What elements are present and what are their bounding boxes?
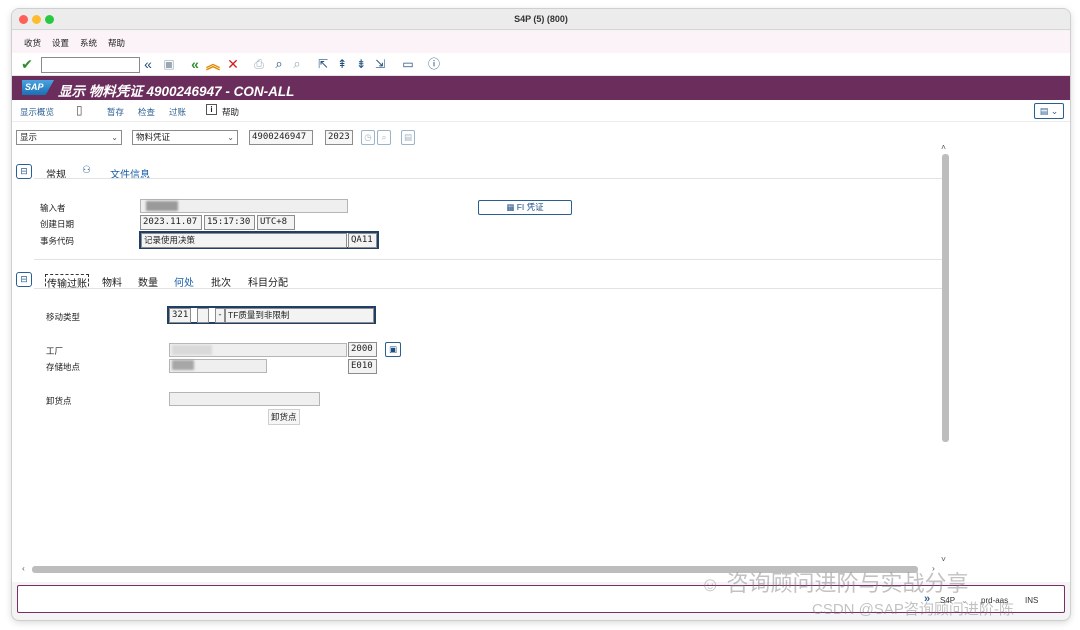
collapse-header-icon[interactable]: ⊟	[16, 164, 32, 179]
menu-system[interactable]: 系统	[80, 37, 97, 49]
back-double-icon[interactable]: «	[141, 55, 155, 73]
menu-receipt[interactable]: 收货	[24, 37, 41, 49]
movement-text-field: TF质量到非限制	[225, 308, 374, 323]
tcode-label: 事务代码	[40, 236, 75, 246]
partners-icon[interactable]: ⚇	[82, 165, 91, 176]
unloading-point-label: 卸货点	[46, 396, 72, 406]
chevron-down-icon: ⌄	[227, 133, 234, 142]
display-overview-button[interactable]: 显示概览	[20, 106, 54, 118]
enter-check-icon[interactable]: ✔	[19, 55, 35, 73]
previous-page-icon[interactable]: ⇞	[334, 55, 350, 73]
movement-type-label: 移动类型	[46, 312, 81, 322]
movement-minus-field: -	[215, 308, 225, 323]
tab-material[interactable]: 物料	[102, 274, 122, 289]
scroll-down-icon[interactable]: ˅	[941, 554, 946, 564]
more-options-icon[interactable]: ▤ ⌄	[1034, 103, 1064, 119]
last-page-icon[interactable]: ⇲	[372, 55, 388, 73]
movement-type-field: 321	[169, 308, 191, 323]
application-toolbar: 显示概览 ▯ 暂存 检查 过账 i 帮助 ▤ ⌄	[12, 100, 1070, 122]
created-time-field: 15:17:30	[204, 215, 255, 230]
collapse-item-icon[interactable]: ⊟	[16, 272, 32, 287]
created-date-field: 2023.11.07	[140, 215, 202, 230]
redacted-plant	[172, 345, 212, 355]
storage-location-label: 存储地点	[46, 362, 81, 372]
menu-bar: 收货 设置 系统 帮助	[12, 31, 1070, 53]
tab-batch[interactable]: 批次	[211, 274, 231, 289]
timezone-field: UTC+8	[257, 215, 295, 230]
system-toolbar: ✔ « ▣ « ︽ ✕ ⎙ ⌕ ⌕ ⇱ ⇞ ⇟ ⇲ ▭ ⓘ	[12, 53, 1070, 76]
plant-field: 2000	[348, 342, 377, 357]
back-icon[interactable]: «	[187, 55, 203, 73]
first-page-icon[interactable]: ⇱	[315, 55, 331, 73]
menu-settings[interactable]: 设置	[52, 37, 69, 49]
tab-account-assignment[interactable]: 科目分配	[248, 274, 288, 289]
unloading-point-button[interactable]: 卸货点	[268, 409, 300, 425]
document-year-field[interactable]: 2023	[325, 130, 353, 145]
list-icon[interactable]: ▤	[401, 130, 415, 145]
document-info-panel: 输入者 创建日期 2023.11.07 15:17:30 UTC+8 事务代码 …	[34, 178, 942, 260]
where-panel: 移动类型 321 - TF质量到非限制 工厂 2000 ▣ 存储地点 E010 …	[34, 288, 942, 571]
find-icon[interactable]: ⌕	[271, 55, 287, 73]
watermark-line1: 咨询顾问进阶与实战分享	[726, 571, 969, 596]
find-next-icon[interactable]: ⌕	[289, 55, 305, 73]
movement-indicator-field	[197, 308, 209, 323]
check-button[interactable]: 检查	[138, 106, 155, 118]
created-date-label: 创建日期	[40, 219, 75, 229]
new-document-icon[interactable]: ▯	[76, 103, 83, 117]
action-dropdown-value: 显示	[20, 132, 38, 142]
title-bar: S4P (5) (800)	[12, 9, 1070, 30]
redacted-user	[146, 201, 178, 211]
unloading-point-field	[169, 392, 320, 406]
post-button[interactable]: 过账	[169, 106, 186, 118]
search-icon[interactable]: ⌕	[377, 130, 391, 145]
storage-location-field: E010	[348, 359, 377, 374]
fi-document-icon: ▦	[506, 202, 517, 212]
redacted-storage-location	[172, 360, 194, 370]
status-mode: INS	[1025, 596, 1039, 605]
help-icon[interactable]: ⓘ	[426, 55, 442, 73]
next-page-icon[interactable]: ⇟	[353, 55, 369, 73]
cancel-icon[interactable]: ✕	[225, 55, 241, 73]
plant-address-icon[interactable]: ▣	[385, 342, 401, 357]
command-field[interactable]	[41, 57, 140, 73]
plant-label: 工厂	[46, 346, 64, 356]
watermark-author: CSDN @SAP咨询顾问进阶-陈	[812, 601, 1014, 618]
print-icon[interactable]: ⎙	[251, 55, 267, 73]
scroll-left-icon[interactable]: ‹	[22, 563, 25, 573]
fi-document-label: FI 凭证	[516, 202, 544, 212]
save-icon[interactable]: ▣	[161, 55, 177, 73]
wechat-icon: ☺	[700, 574, 721, 596]
new-session-icon[interactable]: ▭	[400, 55, 416, 73]
tcode-text-field: 记录使用决策	[141, 233, 347, 248]
scroll-up-icon[interactable]: ˄	[941, 142, 946, 152]
execute-icon[interactable]: ◷	[361, 130, 375, 145]
sap-logo: SAP	[22, 80, 54, 95]
reference-dropdown-value: 物料凭证	[136, 132, 171, 142]
exit-icon[interactable]: ︽	[205, 55, 221, 73]
document-number-field[interactable]: 4900246947	[249, 130, 313, 145]
tcode-field: QA11	[348, 233, 377, 248]
action-dropdown[interactable]: 显示 ⌄	[16, 130, 122, 145]
help-button[interactable]: 帮助	[222, 106, 239, 118]
chevron-down-icon: ⌄	[111, 133, 118, 142]
entered-by-label: 输入者	[40, 203, 66, 213]
reference-dropdown[interactable]: 物料凭证 ⌄	[132, 130, 238, 145]
title-banner: SAP 显示 物料凭证 4900246947 - CON-ALL	[12, 76, 1070, 100]
page-title: 显示 物料凭证 4900246947 - CON-ALL	[58, 84, 295, 99]
sap-window: S4P (5) (800) 收货 设置 系统 帮助 ✔ « ▣ « ︽ ✕ ⎙ …	[12, 9, 1070, 620]
fi-document-button[interactable]: ▦ FI 凭证	[478, 200, 572, 215]
tab-quantity[interactable]: 数量	[138, 274, 158, 289]
content-area: 显示 ⌄ 物料凭证 ⌄ 4900246947 2023 ◷ ⌕ ▤ ⊟ 常规 ⚇…	[12, 122, 1070, 582]
menu-help[interactable]: 帮助	[108, 37, 125, 49]
watermark-channel: ☺ 咨询顾问进阶与实战分享	[700, 566, 969, 598]
info-icon: i	[206, 104, 217, 115]
hold-button[interactable]: 暂存	[107, 106, 124, 118]
window-title: S4P (5) (800)	[514, 14, 568, 24]
vertical-scrollbar[interactable]	[942, 154, 949, 442]
